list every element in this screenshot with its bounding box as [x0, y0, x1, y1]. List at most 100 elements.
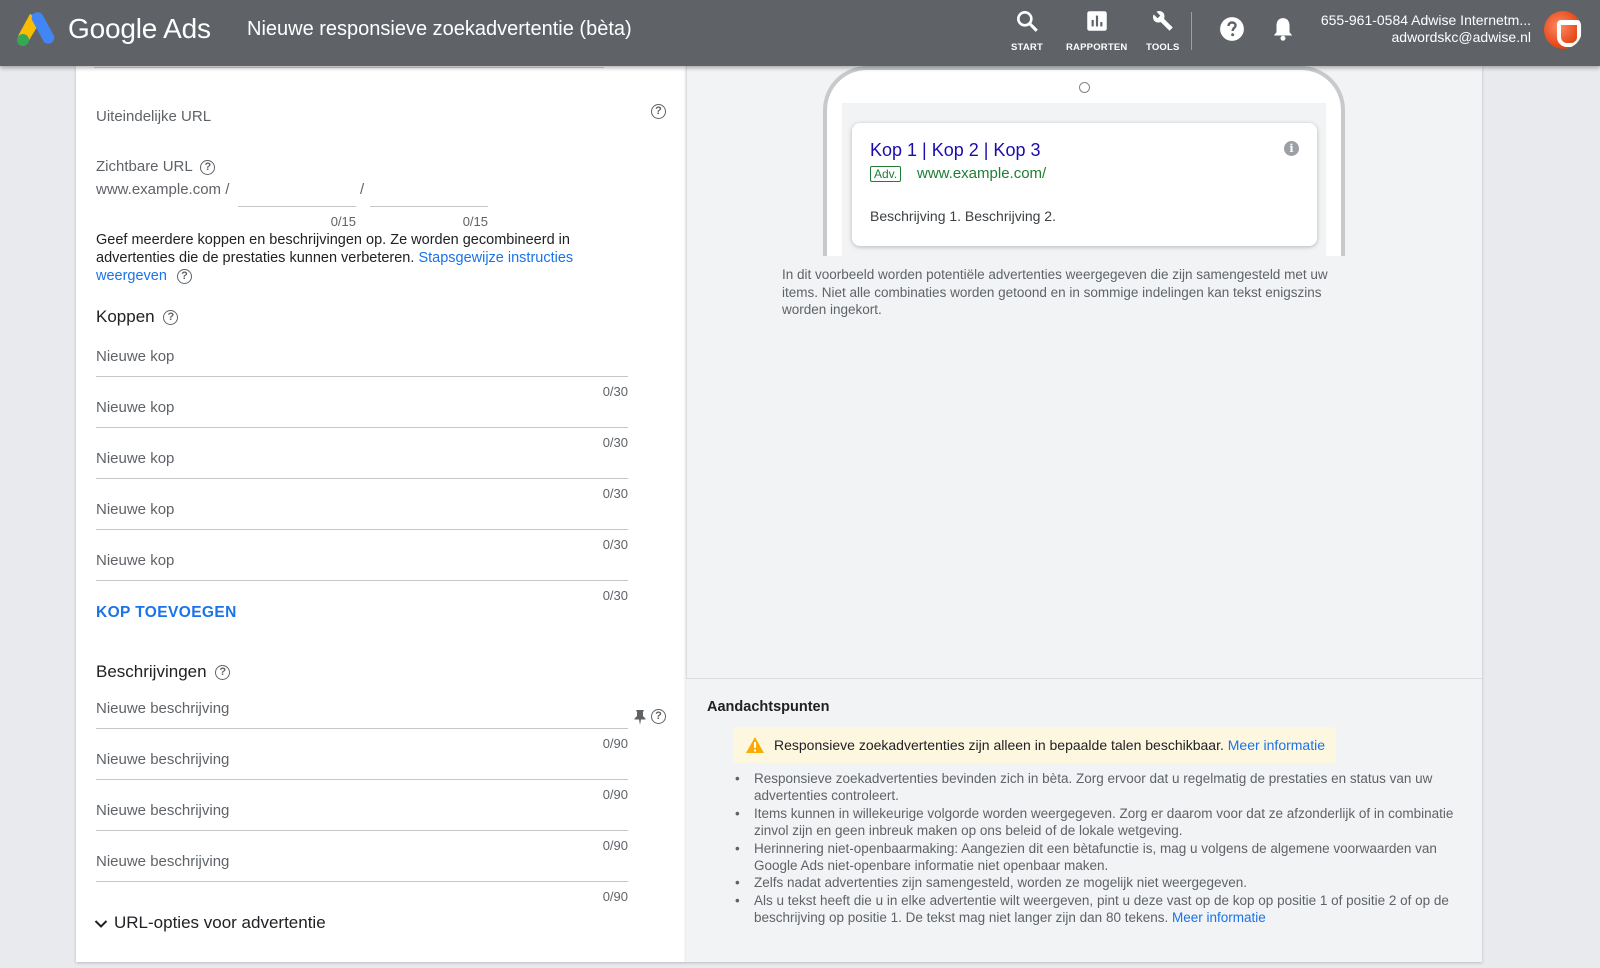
display-url-label-text: Zichtbare URL — [96, 158, 193, 175]
description-placeholder: Nieuwe beschrijving — [96, 853, 230, 870]
notifications-button[interactable] — [1270, 16, 1296, 42]
notes-title: Aandachtspunten — [707, 699, 830, 715]
display-url-domain: www.example.com / — [96, 181, 230, 198]
headline-input[interactable] — [96, 438, 628, 478]
header-divider — [1191, 12, 1192, 50]
note-item: Items kunnen in willekeurige volgorde wo… — [735, 805, 1475, 840]
path1-counter: 0/15 — [330, 214, 356, 229]
ad-preview-description: Beschrijving 1. Beschrijving 2. — [870, 208, 1056, 224]
headline-underline — [96, 529, 628, 530]
note-item: Als u tekst heeft die u in elke adverten… — [735, 892, 1475, 927]
description-placeholder: Nieuwe beschrijving — [96, 802, 230, 819]
path2-input[interactable] — [370, 176, 488, 206]
headline-placeholder: Nieuwe kop — [96, 501, 175, 518]
brand-name[interactable]: Google Ads — [68, 13, 211, 45]
top-app-bar: Google Ads Nieuwe responsieve zoekadvert… — [0, 0, 1600, 66]
nav-reports-label: RAPPORTEN — [1066, 42, 1128, 53]
avatar[interactable] — [1544, 11, 1582, 49]
notes-more-info-link[interactable]: Meer informatie — [1172, 910, 1266, 925]
ad-badge: Adv. — [870, 166, 902, 182]
path1-underline — [238, 206, 356, 207]
intro-text: Geef meerdere koppen en beschrijvingen o… — [96, 231, 626, 285]
notes-list: Responsieve zoekadvertenties bevinden zi… — [735, 770, 1475, 927]
description-counter: 0/90 — [602, 889, 628, 904]
description-placeholder: Nieuwe beschrijving — [96, 700, 230, 717]
account-email: adwordskc@adwise.nl — [1391, 29, 1532, 45]
descriptions-title-text: Beschrijvingen — [96, 662, 207, 681]
wrench-icon — [1152, 10, 1173, 31]
warning-icon — [746, 737, 764, 753]
search-icon — [1017, 11, 1038, 32]
nav-tools-button[interactable]: TOOLS — [1146, 8, 1180, 53]
headline-underline — [96, 427, 628, 428]
note-text: Zelfs nadat advertenties zijn samengeste… — [754, 875, 1248, 891]
info-icon[interactable]: i — [1284, 141, 1299, 156]
display-url-separator: / — [360, 181, 365, 198]
instructions-help-icon[interactable]: ? — [176, 268, 192, 284]
url-options-label: URL-opties voor advertentie — [114, 913, 326, 932]
headline-placeholder: Nieuwe kop — [96, 348, 175, 365]
nav-start-button[interactable]: START — [1011, 8, 1043, 53]
descriptions-title: Beschrijvingen ? — [96, 662, 231, 682]
nav-reports-button[interactable]: RAPPORTEN — [1066, 8, 1127, 53]
headline-placeholder: Nieuwe kop — [96, 552, 175, 569]
account-name: 655-961-0584 Adwise Internetm... — [1320, 12, 1531, 28]
descriptions-help-icon[interactable]: ? — [215, 665, 231, 681]
note-text: Responsieve zoekadvertenties bevinden zi… — [754, 771, 1433, 804]
warning-more-info-link[interactable]: Meer informatie — [1228, 737, 1325, 753]
path1-input[interactable] — [238, 176, 356, 206]
headlines-title-text: Koppen — [96, 307, 155, 326]
pin-icon[interactable] — [633, 709, 647, 725]
path2-underline — [370, 206, 488, 207]
reports-icon — [1086, 11, 1107, 31]
headlines-help-icon[interactable]: ? — [163, 310, 179, 326]
description-underline — [96, 881, 628, 882]
url-options-toggle[interactable]: URL-opties voor advertentie — [94, 913, 326, 933]
nav-tools-label: TOOLS — [1146, 42, 1180, 53]
headline-placeholder: Nieuwe kop — [96, 399, 175, 416]
description-underline — [96, 779, 628, 780]
display-url-label: Zichtbare URL ? — [96, 158, 216, 175]
language-warning: Responsieve zoekadvertenties zijn alleen… — [733, 727, 1336, 763]
headline-underline — [96, 478, 628, 479]
add-headline-button[interactable]: KOP TOEVOEGEN — [96, 604, 237, 622]
display-url-help-icon[interactable]: ? — [200, 159, 216, 175]
note-item: Herinnering niet-openbaarmaking: Aangezi… — [735, 840, 1475, 875]
final-url-help-icon[interactable]: ? — [651, 104, 666, 119]
description-underline — [96, 830, 628, 831]
headline-underline — [96, 580, 628, 581]
note-item: Zelfs nadat advertenties zijn samengeste… — [735, 874, 1475, 892]
bell-icon — [1273, 18, 1293, 41]
headline-input[interactable] — [96, 387, 628, 427]
note-text: Herinnering niet-openbaarmaking: Aangezi… — [754, 840, 1437, 874]
help-icon — [1220, 17, 1244, 41]
preview-caption: In dit voorbeeld worden potentiële adver… — [782, 267, 1328, 317]
ad-preview-card: Kop 1 | Kop 2 | Kop 3 Adv. www.example.c… — [852, 123, 1317, 246]
description-pin-help-icon[interactable]: ? — [651, 709, 666, 724]
ad-preview-url: www.example.com/ — [917, 165, 1047, 182]
page-title: Nieuwe responsieve zoekadvertentie (bèta… — [247, 18, 632, 40]
warning-text-wrap: Responsieve zoekadvertenties zijn alleen… — [774, 737, 1325, 753]
headline-placeholder: Nieuwe kop — [96, 450, 175, 467]
chevron-down-icon — [94, 919, 108, 928]
google-ads-logo-icon[interactable] — [16, 12, 56, 48]
final-url-input[interactable] — [96, 123, 656, 153]
headline-input[interactable] — [96, 336, 628, 376]
description-placeholder: Nieuwe beschrijving — [96, 751, 230, 768]
description-underline — [96, 728, 628, 729]
headline-counter: 0/30 — [602, 588, 628, 603]
help-button[interactable] — [1219, 16, 1245, 42]
headline-input[interactable] — [96, 540, 628, 580]
headline-input[interactable] — [96, 489, 628, 529]
nav-start-label: START — [1011, 42, 1043, 53]
path2-counter: 0/15 — [462, 214, 488, 229]
headline-underline — [96, 376, 628, 377]
note-item: Responsieve zoekadvertenties bevinden zi… — [735, 770, 1475, 805]
headlines-title: Koppen ? — [96, 307, 179, 327]
account-switcher[interactable]: 655-961-0584 Adwise Internetm... adwords… — [1321, 12, 1531, 46]
warning-text: Responsieve zoekadvertenties zijn alleen… — [774, 737, 1224, 753]
note-text: Items kunnen in willekeurige volgorde wo… — [754, 805, 1454, 839]
note-text: Als u tekst heeft die u in elke adverten… — [754, 892, 1449, 926]
phone-camera — [1079, 82, 1090, 93]
ad-preview-title: Kop 1 | Kop 2 | Kop 3 — [870, 140, 1041, 160]
